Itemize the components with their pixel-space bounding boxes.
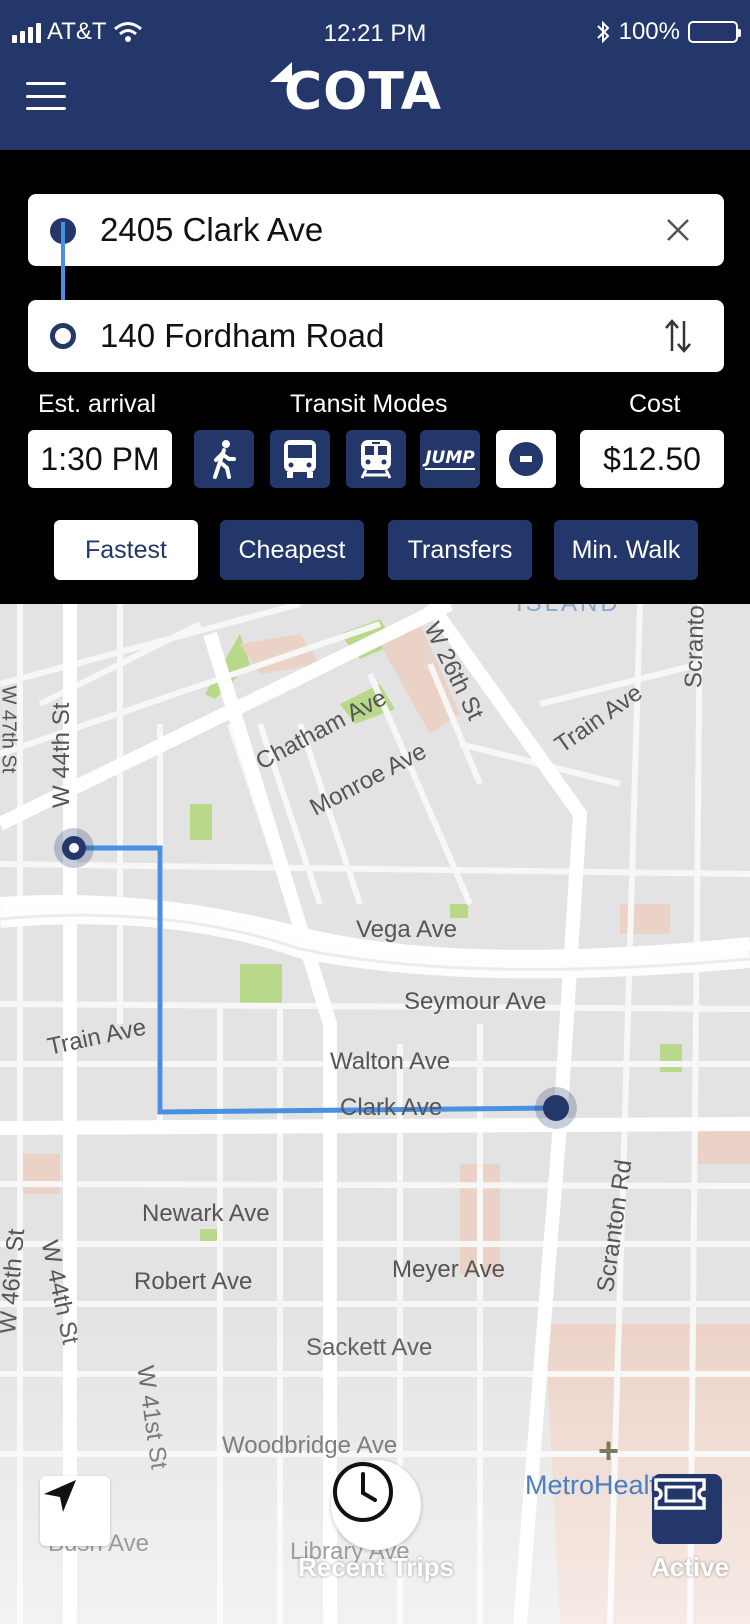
street-label: Newark Ave	[142, 1200, 270, 1227]
sort-min-walk-button[interactable]: Min. Walk	[554, 520, 698, 580]
cost-value: $12.50	[580, 430, 724, 488]
sort-cheapest-button[interactable]: Cheapest	[220, 520, 364, 580]
cota-logo: COTA	[270, 60, 442, 124]
destination-dot-icon	[50, 323, 76, 349]
mode-bus-button[interactable]	[270, 430, 330, 488]
current-location-button[interactable]	[40, 1476, 110, 1546]
active-label: Active	[650, 1552, 730, 1582]
street-label: Vega Ave	[356, 916, 457, 943]
bus-icon	[284, 440, 316, 478]
street-label: W 44th St	[48, 702, 75, 808]
mode-jump-button[interactable]: JUMP	[420, 430, 480, 488]
brand-name: COTA	[284, 62, 443, 122]
destination-value: 140 Fordham Road	[100, 317, 385, 354]
street-label: Clark Ave	[340, 1094, 443, 1121]
mode-walk-button[interactable]	[194, 430, 254, 488]
sort-fastest-button[interactable]: Fastest	[54, 520, 198, 580]
mode-train-button[interactable]	[346, 430, 406, 488]
mode-uber-button[interactable]	[496, 430, 556, 488]
arrival-time-input[interactable]: 1:30 PM	[28, 430, 172, 488]
street-label: Walton Ave	[330, 1048, 451, 1075]
battery-icon	[688, 21, 741, 43]
poi-metrohealth[interactable]: MetroHealth	[525, 1470, 672, 1501]
hospital-plus-icon: +	[598, 1430, 620, 1471]
walk-icon	[213, 440, 236, 479]
street-label: Seymour Ave	[404, 988, 547, 1015]
arrival-label: Est. arrival	[38, 390, 157, 418]
recent-trips-button[interactable]	[331, 1460, 421, 1550]
street-label: Scranton Rd	[680, 604, 712, 689]
active-tickets-button[interactable]	[652, 1474, 722, 1544]
recent-trips-label: Recent Trips	[297, 1552, 455, 1582]
street-label: Meyer Ave	[392, 1256, 505, 1283]
destination-field[interactable]: 140 Fordham Road	[28, 300, 724, 372]
bluetooth-icon	[596, 20, 610, 44]
street-label: Woodbridge Ave	[222, 1432, 398, 1459]
close-icon[interactable]	[656, 208, 700, 252]
clock-icon	[333, 1462, 393, 1522]
sort-transfers-button[interactable]: Transfers	[388, 520, 532, 580]
app-header: AT&T 12:21 PM 100% COTA	[0, 0, 750, 150]
status-bar: AT&T 12:21 PM 100%	[12, 18, 741, 52]
trip-panel: 2405 Clark Ave 140 Fordham Road Est. arr…	[0, 150, 750, 604]
origin-field[interactable]: 2405 Clark Ave	[28, 194, 724, 266]
ticket-icon	[654, 1478, 706, 1510]
swap-vertical-icon[interactable]	[656, 314, 700, 358]
navigation-arrow-icon	[44, 1480, 76, 1512]
street-label: Sackett Ave	[306, 1334, 433, 1361]
origin-value: 2405 Clark Ave	[100, 211, 324, 248]
street-label: Robert Ave	[134, 1268, 253, 1295]
uber-icon	[509, 442, 543, 476]
jump-label: JUMP	[425, 448, 475, 470]
route-map[interactable]: W 47th St W 44th St Chatham Ave Monroe A…	[0, 604, 750, 1624]
status-right: 100%	[595, 18, 741, 46]
street-label: ISLAND	[516, 604, 621, 618]
train-icon	[360, 440, 392, 479]
battery-percent: 100%	[618, 18, 680, 45]
transit-modes-label: Transit Modes	[290, 390, 448, 418]
hamburger-menu-icon[interactable]	[26, 82, 66, 110]
cost-label: Cost	[629, 390, 681, 418]
street-label: W 47th St	[0, 686, 20, 774]
